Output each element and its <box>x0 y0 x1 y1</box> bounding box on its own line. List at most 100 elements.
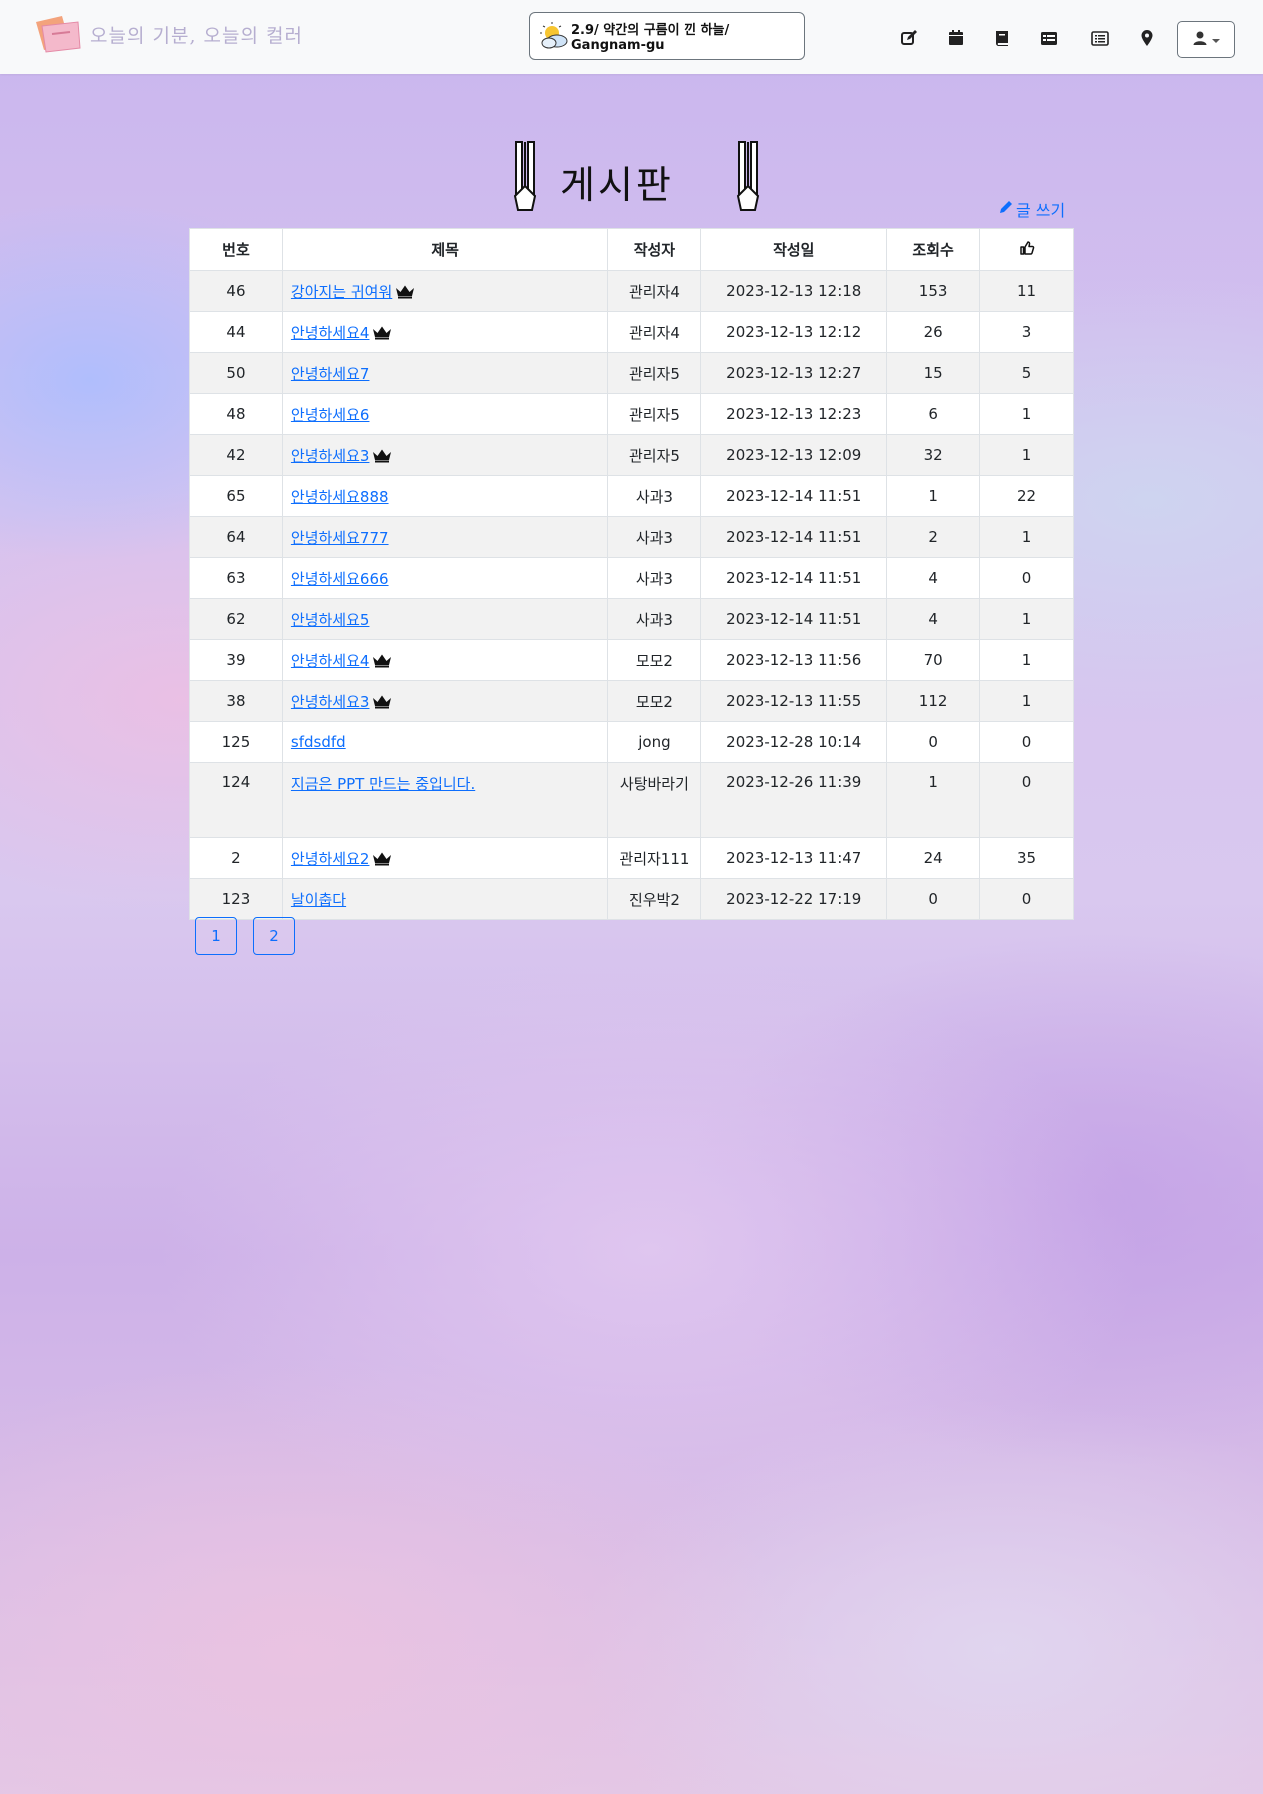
post-likes: 1 <box>979 639 1074 681</box>
post-author: 관리자5 <box>607 393 702 435</box>
column-header-title: 제목 <box>281 228 609 271</box>
crown-icon <box>372 653 392 668</box>
post-title-link[interactable]: 안녕하세요7 <box>291 365 370 383</box>
column-header-views: 조회수 <box>886 228 981 271</box>
post-title-link[interactable]: 안녕하세요6 <box>291 406 370 424</box>
post-title-link[interactable]: 지금은 PPT 만드는 중입니다. <box>291 775 475 793</box>
post-likes: 22 <box>979 475 1074 517</box>
post-author: 관리자4 <box>607 311 702 353</box>
post-number: 65 <box>189 475 283 517</box>
post-date: 2023-12-14 11:51 <box>700 475 888 517</box>
post-author: jong <box>607 721 702 763</box>
post-title-link[interactable]: 안녕하세요3 <box>291 693 370 711</box>
table-row: 46 강아지는 귀여워 관리자4 2023-12-13 12:18 153 11 <box>189 270 1074 312</box>
post-views: 32 <box>886 434 981 476</box>
post-date: 2023-12-14 11:51 <box>700 557 888 599</box>
crown-icon <box>372 448 392 463</box>
post-number: 2 <box>189 837 283 879</box>
post-likes: 1 <box>979 434 1074 476</box>
post-views: 1 <box>886 762 981 838</box>
post-views: 2 <box>886 516 981 558</box>
table-row: 50 안녕하세요7 관리자5 2023-12-13 12:27 15 5 <box>189 352 1074 394</box>
post-title-link[interactable]: 안녕하세요3 <box>291 447 370 465</box>
table-row: 42 안녕하세요3 관리자5 2023-12-13 12:09 32 1 <box>189 434 1074 476</box>
post-likes: 11 <box>979 270 1074 312</box>
post-title-link[interactable]: 안녕하세요5 <box>291 611 370 629</box>
post-title-link[interactable]: 안녕하세요888 <box>291 488 389 506</box>
post-title-link[interactable]: 안녕하세요4 <box>291 324 370 342</box>
thumbs-up-icon <box>1019 240 1035 260</box>
post-date: 2023-12-13 12:18 <box>700 270 888 312</box>
post-views: 4 <box>886 598 981 640</box>
navbar: 오늘의 기분, 오늘의 컬러 2.9/ 약간의 구름이 낀 하늘/ Gangna… <box>0 0 1263 74</box>
post-title-link[interactable]: 안녕하세요4 <box>291 652 370 670</box>
page-button-2[interactable]: 2 <box>253 917 295 955</box>
post-likes: 35 <box>979 837 1074 879</box>
list-alt-icon[interactable] <box>1090 28 1110 48</box>
post-author: 관리자111 <box>607 837 702 879</box>
sword-icon <box>512 140 538 212</box>
table-row: 64 안녕하세요777 사과3 2023-12-14 11:51 2 1 <box>189 516 1074 558</box>
post-likes: 1 <box>979 680 1074 722</box>
table-row: 124 지금은 PPT 만드는 중입니다. 사탕바라기 2023-12-26 1… <box>189 762 1074 838</box>
table-row: 2 안녕하세요2 관리자111 2023-12-13 11:47 24 35 <box>189 837 1074 879</box>
post-date: 2023-12-14 11:51 <box>700 598 888 640</box>
page-button-1[interactable]: 1 <box>195 917 237 955</box>
post-author: 사과3 <box>607 516 702 558</box>
page-title: 게시판 <box>560 163 674 207</box>
post-title-link[interactable]: 안녕하세요2 <box>291 850 370 868</box>
write-post-link[interactable]: 글 쓰기 <box>998 197 1065 221</box>
post-number: 48 <box>189 393 283 435</box>
post-author: 사과3 <box>607 475 702 517</box>
post-number: 50 <box>189 352 283 394</box>
calendar-icon[interactable] <box>946 28 966 48</box>
post-title-link[interactable]: sfdsdfd <box>291 733 346 751</box>
post-views: 0 <box>886 878 981 920</box>
table-row: 63 안녕하세요666 사과3 2023-12-14 11:51 4 0 <box>189 557 1074 599</box>
post-views: 24 <box>886 837 981 879</box>
post-likes: 0 <box>979 762 1074 838</box>
post-author: 사과3 <box>607 598 702 640</box>
board-table: 번호 제목 작성자 작성일 조회수 46 강아지는 귀여워 관리자4 2023-… <box>189 228 1074 920</box>
pen-square-icon[interactable] <box>899 28 919 48</box>
post-number: 38 <box>189 680 283 722</box>
post-author: 모모2 <box>607 639 702 681</box>
post-number: 125 <box>189 721 283 763</box>
post-number: 62 <box>189 598 283 640</box>
post-title-link[interactable]: 안녕하세요666 <box>291 570 389 588</box>
post-number: 39 <box>189 639 283 681</box>
table-row: 65 안녕하세요888 사과3 2023-12-14 11:51 1 22 <box>189 475 1074 517</box>
post-number: 124 <box>189 762 283 838</box>
crown-icon <box>395 284 415 299</box>
post-likes: 1 <box>979 393 1074 435</box>
post-likes: 1 <box>979 598 1074 640</box>
table-row: 123 날이춥다 진우박2 2023-12-22 17:19 0 0 <box>189 878 1074 920</box>
brand[interactable]: 오늘의 기분, 오늘의 컬러 <box>32 14 303 54</box>
post-views: 4 <box>886 557 981 599</box>
post-author: 관리자5 <box>607 352 702 394</box>
post-title-link[interactable]: 강아지는 귀여워 <box>291 283 392 301</box>
post-number: 63 <box>189 557 283 599</box>
table-list-icon[interactable] <box>1039 28 1059 48</box>
post-author: 모모2 <box>607 680 702 722</box>
book-icon[interactable] <box>992 28 1012 48</box>
post-date: 2023-12-14 11:51 <box>700 516 888 558</box>
post-title-link[interactable]: 날이춥다 <box>291 891 346 909</box>
crown-icon <box>372 325 392 340</box>
post-number: 46 <box>189 270 283 312</box>
post-views: 26 <box>886 311 981 353</box>
post-date: 2023-12-13 11:47 <box>700 837 888 879</box>
post-views: 0 <box>886 721 981 763</box>
table-header-row: 번호 제목 작성자 작성일 조회수 <box>189 228 1074 271</box>
post-number: 42 <box>189 434 283 476</box>
caret-down-icon <box>1212 30 1220 49</box>
post-date: 2023-12-13 11:56 <box>700 639 888 681</box>
post-views: 112 <box>886 680 981 722</box>
post-author: 사탕바라기 <box>607 762 702 838</box>
user-menu-button[interactable] <box>1177 21 1235 58</box>
weather-text: 2.9/ 약간의 구름이 낀 하늘/ Gangnam-gu <box>571 23 730 53</box>
map-pin-icon[interactable] <box>1137 28 1157 48</box>
weather-widget[interactable]: 2.9/ 약간의 구름이 낀 하늘/ Gangnam-gu <box>529 12 805 60</box>
post-title-link[interactable]: 안녕하세요777 <box>291 529 389 547</box>
user-icon <box>1192 30 1208 50</box>
